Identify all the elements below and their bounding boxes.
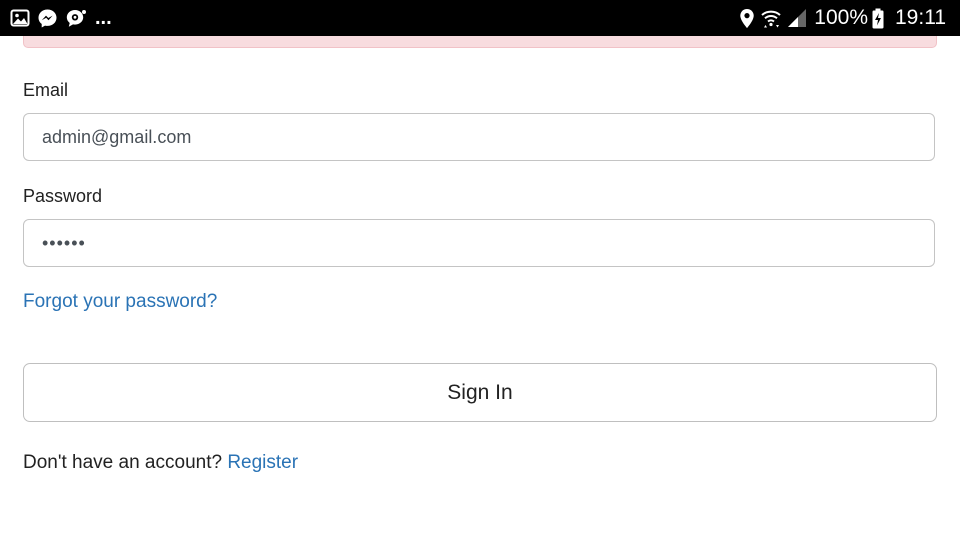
sign-in-button[interactable]: Sign In: [23, 363, 937, 422]
status-bar-left: ...: [10, 0, 112, 36]
status-bar-right: 100% 19:11: [739, 0, 946, 36]
password-label: Password: [23, 186, 103, 206]
forgot-password-link[interactable]: Forgot your password?: [23, 291, 217, 313]
clock: 19:11: [895, 6, 946, 29]
signal-icon: [787, 8, 807, 28]
register-link[interactable]: Register: [227, 452, 298, 473]
password-field[interactable]: [23, 219, 935, 267]
register-prompt-text: Don't have an account?: [23, 452, 223, 473]
battery-charging-icon: [872, 8, 884, 29]
notification-overflow: ...: [95, 7, 112, 29]
image-icon: [10, 8, 30, 28]
battery-percent: 100%: [814, 6, 868, 29]
email-field[interactable]: [23, 113, 935, 161]
email-label: Email: [23, 80, 69, 100]
wifi-icon: [760, 8, 782, 29]
messenger-icon: [37, 8, 58, 29]
status-bar: ... 100% 19:11: [0, 0, 960, 36]
register-prompt-row: Don't have an account? Register: [23, 452, 298, 474]
chat-bubble-icon: [65, 8, 86, 29]
location-icon: [739, 8, 755, 29]
error-alert: [23, 36, 937, 48]
